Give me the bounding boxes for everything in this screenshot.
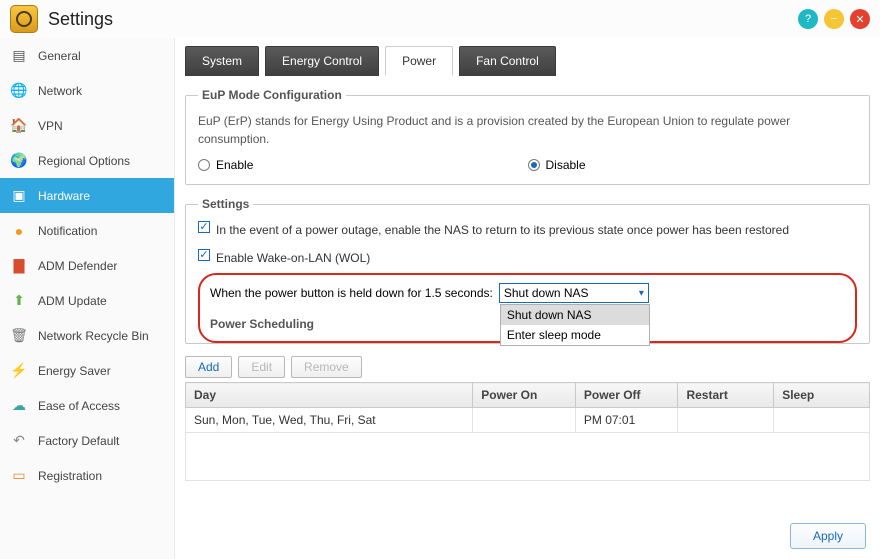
remove-button: Remove	[291, 356, 362, 378]
globe-icon: 🌐	[10, 82, 28, 100]
sidebar-item-label: Energy Saver	[38, 364, 111, 378]
col-power-off[interactable]: Power Off	[575, 383, 678, 408]
eup-enable-radio[interactable]	[198, 159, 210, 171]
sidebar-item-label: Network Recycle Bin	[38, 329, 149, 343]
tab-fan-control[interactable]: Fan Control	[459, 46, 556, 76]
eup-enable-label: Enable	[216, 158, 253, 172]
eup-disable-radio[interactable]	[528, 159, 540, 171]
sidebar-item-regional[interactable]: 🌍 Regional Options	[0, 143, 174, 178]
table-row[interactable]: Sun, Mon, Tue, Wed, Thu, Fri, Sat PM 07:…	[186, 408, 870, 433]
edit-button: Edit	[238, 356, 285, 378]
sidebar-item-general[interactable]: ▤ General	[0, 38, 174, 73]
cell-sleep	[774, 408, 870, 433]
sidebar-item-label: ADM Defender	[38, 259, 117, 273]
power-outage-label: In the event of a power outage, enable t…	[216, 221, 789, 239]
sidebar-item-label: Notification	[38, 224, 97, 238]
tab-system[interactable]: System	[185, 46, 259, 76]
eup-fieldset: EuP Mode Configuration EuP (ErP) stands …	[185, 88, 870, 185]
tab-strip: System Energy Control Power Fan Control	[185, 46, 870, 76]
sidebar-item-label: Ease of Access	[38, 399, 120, 413]
power-button-action-value: Shut down NAS	[504, 286, 589, 300]
sidebar-item-label: Factory Default	[38, 434, 119, 448]
sidebar-item-ease-of-access[interactable]: ☁ Ease of Access	[0, 388, 174, 423]
power-button-action-dropdown: Shut down NAS Enter sleep mode	[500, 304, 650, 346]
col-restart[interactable]: Restart	[678, 383, 774, 408]
sidebar-item-factory-default[interactable]: ↶ Factory Default	[0, 423, 174, 458]
sidebar-item-label: ADM Update	[38, 294, 107, 308]
table-header-row: Day Power On Power Off Restart Sleep	[186, 383, 870, 408]
sidebar-item-registration[interactable]: ▭ Registration	[0, 458, 174, 493]
power-outage-checkbox[interactable]	[198, 221, 210, 233]
eup-description: EuP (ErP) stands for Energy Using Produc…	[198, 112, 857, 148]
undo-icon: ↶	[10, 432, 28, 450]
sidebar-item-network[interactable]: 🌐 Network	[0, 73, 174, 108]
eup-disable-label: Disable	[546, 158, 586, 172]
cell-power-on	[473, 408, 576, 433]
bolt-icon: ⚡	[10, 362, 28, 380]
col-sleep[interactable]: Sleep	[774, 383, 870, 408]
sidebar-item-recycle-bin[interactable]: 🗑 Network Recycle Bin	[0, 318, 174, 353]
cell-power-off: PM 07:01	[575, 408, 678, 433]
alert-icon: ●	[10, 222, 28, 240]
window-title: Settings	[48, 9, 798, 30]
settings-legend: Settings	[198, 197, 253, 211]
option-shut-down-nas[interactable]: Shut down NAS	[501, 305, 649, 325]
col-day[interactable]: Day	[186, 383, 473, 408]
window-controls: ? − ✕	[798, 9, 870, 29]
eup-legend: EuP Mode Configuration	[198, 88, 346, 102]
minimize-button[interactable]: −	[824, 9, 844, 29]
house-icon: 🏠	[10, 117, 28, 135]
highlighted-region: When the power button is held down for 1…	[198, 273, 857, 343]
table-empty-space	[186, 433, 870, 481]
power-schedule-table: Day Power On Power Off Restart Sleep Sun…	[185, 382, 870, 481]
sidebar-item-label: VPN	[38, 119, 63, 133]
chevron-down-icon: ▾	[639, 288, 644, 299]
option-enter-sleep-mode[interactable]: Enter sleep mode	[501, 325, 649, 345]
globe-pin-icon: 🌍	[10, 152, 28, 170]
sidebar-item-label: Hardware	[38, 189, 90, 203]
close-button[interactable]: ✕	[850, 9, 870, 29]
cell-day: Sun, Mon, Tue, Wed, Thu, Fri, Sat	[186, 408, 473, 433]
cell-restart	[678, 408, 774, 433]
sidebar: ▤ General 🌐 Network 🏠 VPN 🌍 Regional Opt…	[0, 38, 175, 559]
help-button[interactable]: ?	[798, 9, 818, 29]
cloud-download-icon: ☁	[10, 397, 28, 415]
sidebar-item-energy-saver[interactable]: ⚡ Energy Saver	[0, 353, 174, 388]
sidebar-item-label: Network	[38, 84, 82, 98]
add-button[interactable]: Add	[185, 356, 232, 378]
col-power-on[interactable]: Power On	[473, 383, 576, 408]
wol-label: Enable Wake-on-LAN (WOL)	[216, 249, 370, 267]
title-bar: Settings ? − ✕	[0, 0, 880, 38]
upload-icon: ⬆	[10, 292, 28, 310]
settings-fieldset: Settings In the event of a power outage,…	[185, 197, 870, 344]
power-button-action-select[interactable]: Shut down NAS ▾ Shut down NAS Enter slee…	[499, 283, 649, 303]
tab-power[interactable]: Power	[385, 46, 453, 76]
firewall-icon: ▇	[10, 257, 28, 275]
sidebar-item-vpn[interactable]: 🏠 VPN	[0, 108, 174, 143]
sidebar-item-label: Registration	[38, 469, 102, 483]
settings-app-icon	[10, 5, 38, 33]
sidebar-item-notification[interactable]: ● Notification	[0, 213, 174, 248]
power-button-hold-label: When the power button is held down for 1…	[210, 286, 493, 300]
trash-icon: 🗑	[10, 327, 28, 345]
form-icon: ▭	[10, 467, 28, 485]
sidebar-item-label: Regional Options	[38, 154, 130, 168]
sidebar-item-hardware[interactable]: ▣ Hardware	[0, 178, 174, 213]
content-pane: System Energy Control Power Fan Control …	[175, 38, 880, 559]
tab-energy-control[interactable]: Energy Control	[265, 46, 379, 76]
apply-button[interactable]: Apply	[790, 523, 866, 549]
sidebar-item-adm-defender[interactable]: ▇ ADM Defender	[0, 248, 174, 283]
sidebar-item-label: General	[38, 49, 81, 63]
chip-icon: ▣	[10, 187, 28, 205]
wol-checkbox[interactable]	[198, 249, 210, 261]
power-scheduling-toolbar: Add Edit Remove	[185, 356, 870, 378]
sliders-icon: ▤	[10, 47, 28, 65]
sidebar-item-adm-update[interactable]: ⬆ ADM Update	[0, 283, 174, 318]
